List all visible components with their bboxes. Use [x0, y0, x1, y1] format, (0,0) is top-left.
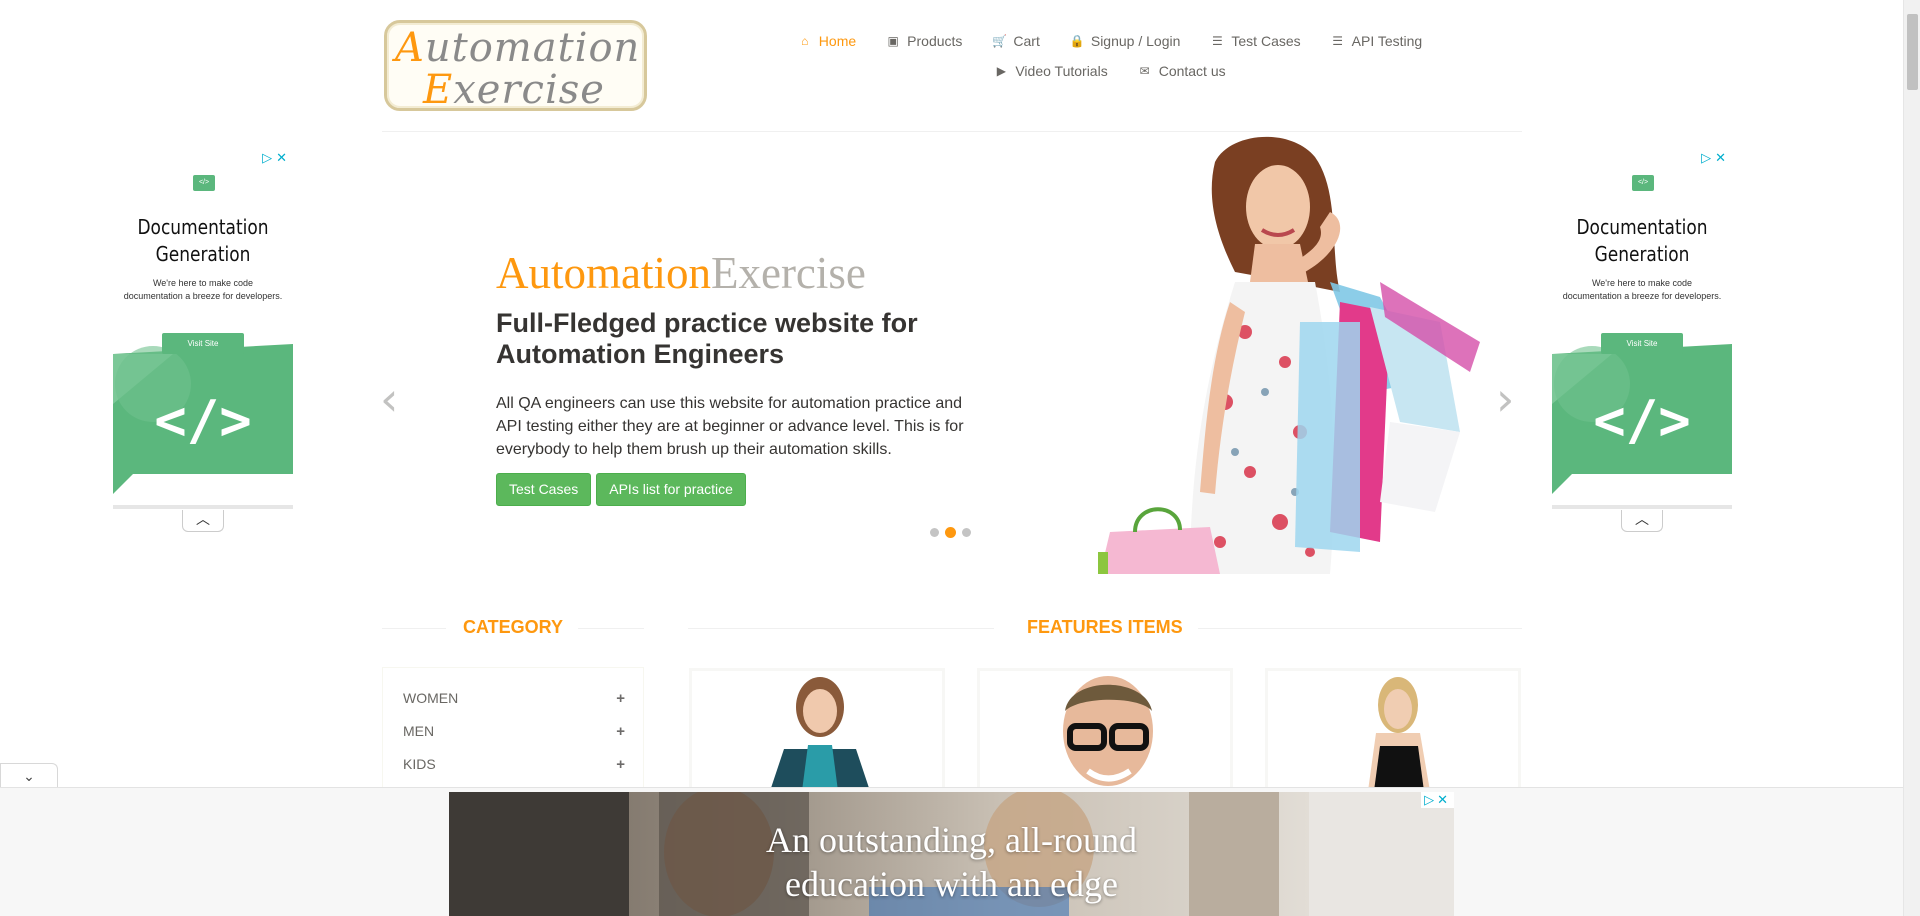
page-scrollbar[interactable] [1903, 0, 1920, 916]
hero-buttons: Test Cases APIs list for practice [496, 473, 746, 506]
hero-shopping-girl-image [1098, 136, 1480, 574]
code-illustration: </> [1552, 344, 1732, 494]
nav-label: Contact us [1158, 63, 1226, 79]
nav-home[interactable]: ⌂ Home [798, 33, 856, 49]
logo-line-1: Automation [395, 25, 641, 71]
nav-label: Products [907, 33, 963, 49]
list-icon: ☰ [1332, 34, 1344, 48]
ad-choices-close-icon[interactable]: ▷✕ [262, 150, 291, 166]
nav-label: Home [818, 33, 857, 49]
category-item-men[interactable]: MEN + [403, 723, 625, 740]
test-cases-button[interactable]: Test Cases [496, 473, 592, 506]
chevron-down-icon[interactable]: ⌄ [0, 763, 58, 787]
category-label: WOMEN [403, 690, 459, 706]
code-badge-icon: </> [193, 175, 215, 191]
list-icon: ☰ [1212, 34, 1223, 48]
category-title-line-left [382, 628, 446, 629]
category-title: CATEGORY [463, 617, 564, 637]
nav-products[interactable]: ▣ Products [886, 33, 962, 49]
page: Automation Exercise ⌂ Home ▣ Products 🛒 Cart 🔒… [0, 0, 1920, 916]
ad-base-bar [113, 505, 293, 509]
slider-next-arrow-icon[interactable]: › [1496, 372, 1514, 426]
nav-test-cases[interactable]: ☰ Test Cases [1210, 33, 1301, 49]
category-panel: WOMEN + MEN + KIDS + [382, 667, 644, 787]
home-icon: ⌂ [801, 34, 809, 48]
right-side-ad[interactable]: ▷✕ </> Documentation Generation We're her… [1552, 148, 1732, 534]
product-image-woman-black-top [1368, 677, 1430, 788]
slider-dot[interactable] [930, 528, 939, 537]
nav-label: Cart [1013, 33, 1040, 49]
category-label: MEN [403, 723, 435, 739]
ad-title: Documentation Generation [137, 215, 269, 266]
ad-choices-close-icon[interactable]: ▷✕ [1701, 150, 1730, 166]
visit-site-button[interactable]: Visit Site [162, 333, 244, 354]
main-nav: ⌂ Home ▣ Products 🛒 Cart 🔒 Signup / Login ☰ Test … [760, 26, 1460, 86]
nav-label: Signup / Login [1090, 33, 1181, 49]
ad-choices-close-icon[interactable]: ▷✕ [1421, 792, 1454, 808]
apis-list-button[interactable]: APIs list for practice [596, 473, 746, 506]
nav-label: Video Tutorials [1015, 63, 1108, 79]
category-item-women[interactable]: WOMEN + [403, 690, 625, 707]
code-illustration: </> [113, 344, 293, 494]
nav-row-2: ▶ Video Tutorials ✉ Contact us [760, 56, 1460, 86]
chevron-up-icon[interactable]: ︿ [1621, 510, 1663, 532]
site-logo[interactable]: Automation Exercise [384, 20, 647, 113]
art-code-text: </> [154, 389, 252, 452]
nav-signup-login[interactable]: 🔒 Signup / Login [1070, 33, 1181, 49]
category-title-line-right [578, 628, 644, 629]
cart-icon: 🛒 [992, 34, 1008, 48]
lock-icon: 🔒 [1069, 34, 1085, 48]
nav-api-testing[interactable]: ☰ API Testing [1331, 33, 1423, 49]
scrollbar-thumb[interactable] [1907, 14, 1918, 90]
ad-subtitle: We're here to make code documentation a b… [1562, 278, 1722, 301]
bottom-banner-ad[interactable]: An outstanding, all-round education with … [449, 792, 1454, 916]
features-title: FEATURES ITEMS [1027, 617, 1183, 637]
features-title-line-right [1198, 628, 1522, 629]
nav-label: Test Cases [1231, 33, 1301, 49]
product-card[interactable] [1265, 668, 1521, 788]
slider-prev-arrow-icon[interactable]: ‹ [380, 372, 398, 426]
slider-indicators [930, 527, 971, 538]
products-icon: ▣ [887, 34, 899, 48]
category-label: KIDS [403, 756, 436, 772]
product-image-man-glasses [1063, 676, 1153, 786]
hero-heading: Full-Fledged practice website for Automa… [496, 308, 918, 369]
nav-row-1: ⌂ Home ▣ Products 🛒 Cart 🔒 Signup / Login ☰ Test … [760, 26, 1460, 56]
ad-subtitle: We're here to make code documentation a b… [123, 278, 283, 301]
category-item-kids[interactable]: KIDS + [403, 756, 625, 773]
plus-icon[interactable]: + [616, 690, 625, 707]
nav-label: API Testing [1351, 33, 1423, 49]
plus-icon[interactable]: + [616, 723, 625, 740]
product-card[interactable] [977, 668, 1233, 788]
youtube-icon: ▶ [996, 64, 1006, 78]
logo-line-2: Exercise [423, 67, 605, 113]
hero-brand-title: AutomationExercise [496, 248, 866, 298]
product-card[interactable] [689, 668, 945, 788]
envelope-icon: ✉ [1139, 64, 1150, 78]
chevron-up-icon[interactable]: ︿ [182, 510, 224, 532]
features-title-line-left [688, 628, 994, 629]
nav-contact-us[interactable]: ✉ Contact us [1138, 63, 1226, 79]
left-side-ad[interactable]: ▷✕ </> Documentation Generation We're her… [113, 148, 293, 534]
slider-dot[interactable] [962, 528, 971, 537]
product-image-woman-cardigan [771, 677, 869, 788]
nav-cart[interactable]: 🛒 Cart [992, 33, 1039, 49]
slider-dot[interactable] [945, 527, 956, 538]
plus-icon[interactable]: + [616, 756, 625, 773]
nav-video-tutorials[interactable]: ▶ Video Tutorials [994, 63, 1108, 79]
code-badge-icon: </> [1632, 175, 1654, 191]
ad-base-bar [1552, 505, 1732, 509]
bottom-ad-headline: An outstanding, all-round education with … [766, 820, 1137, 904]
hero-description: All QA engineers can use this website fo… [496, 395, 964, 458]
ad-title: Documentation Generation [1576, 215, 1708, 266]
art-code-text: </> [1593, 389, 1691, 452]
visit-site-button[interactable]: Visit Site [1601, 333, 1683, 354]
